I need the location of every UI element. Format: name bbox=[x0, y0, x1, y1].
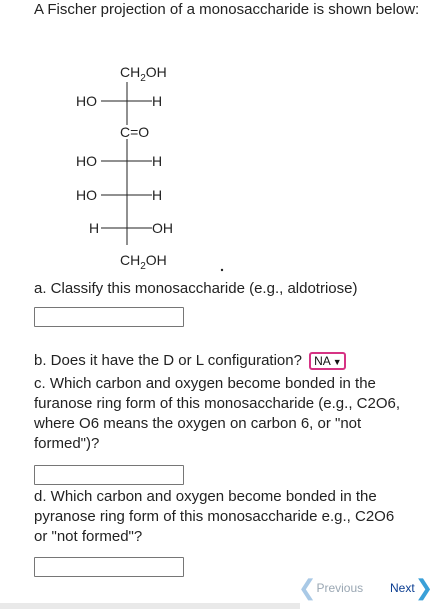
answer-d-field[interactable] bbox=[34, 557, 184, 577]
chevron-right-icon: ❯ bbox=[414, 575, 434, 600]
question-b-label: b. Does it have the D or L configuration… bbox=[34, 352, 302, 369]
carbonyl-group: C=O bbox=[120, 124, 149, 140]
previous-label: Previous bbox=[316, 581, 364, 595]
chevron-left-icon: ❮ bbox=[298, 575, 317, 600]
answer-a-field[interactable] bbox=[34, 307, 184, 327]
c4-right: H bbox=[152, 153, 162, 169]
c2-left: HO bbox=[76, 93, 97, 109]
next-button[interactable]: Next❯ bbox=[390, 575, 433, 601]
previous-button[interactable]: ❮Previous bbox=[298, 575, 363, 601]
c4-left: HO bbox=[76, 153, 97, 169]
question-a: a. Classify this monosaccharide (e.g., a… bbox=[34, 280, 358, 297]
configuration-select-value: NA bbox=[314, 354, 331, 369]
next-label: Next bbox=[390, 581, 415, 595]
chevron-down-icon: ▼ bbox=[332, 357, 342, 368]
c5-right: H bbox=[152, 187, 162, 203]
stray-dot bbox=[220, 268, 224, 272]
question-c: c. Which carbon and oxygen become bonded… bbox=[34, 375, 401, 452]
c5-left: HO bbox=[76, 187, 97, 203]
c6-left: H bbox=[89, 220, 99, 236]
c2-right: H bbox=[152, 93, 162, 109]
configuration-select[interactable]: NA ▼ bbox=[309, 352, 346, 371]
footer-bar bbox=[0, 603, 300, 609]
bottom-group: CH2OH bbox=[120, 252, 167, 272]
question-b: b. Does it have the D or L configuration… bbox=[34, 351, 346, 371]
fischer-projection: CH2OH HO H C=O HO H HO H H OH CH2OH bbox=[76, 64, 224, 272]
top-group: CH2OH bbox=[120, 64, 167, 84]
question-d: d. Which carbon and oxygen become bonded… bbox=[34, 488, 395, 545]
answer-c-field[interactable] bbox=[34, 465, 184, 485]
c6-right: OH bbox=[152, 220, 173, 236]
